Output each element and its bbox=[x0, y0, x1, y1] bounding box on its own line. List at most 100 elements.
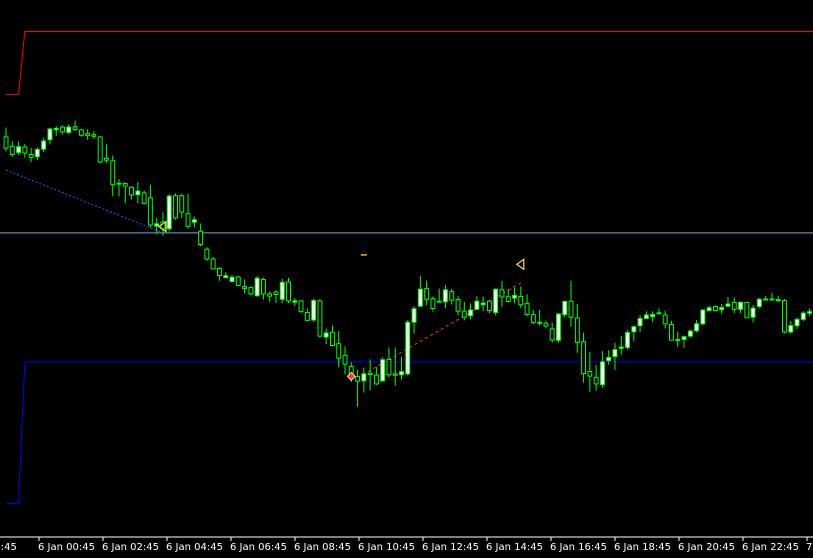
candle-body bbox=[530, 314, 536, 323]
x-tick-label: 6 Jan 00:45 bbox=[38, 542, 95, 553]
candle-body bbox=[631, 326, 637, 333]
candle-body bbox=[9, 145, 15, 156]
candle-body bbox=[261, 279, 266, 295]
candle-body bbox=[687, 330, 693, 337]
candle-body bbox=[581, 341, 586, 375]
candle-body bbox=[279, 281, 285, 300]
candle-body bbox=[556, 313, 561, 341]
candle-body bbox=[267, 293, 273, 297]
candle-body bbox=[298, 300, 304, 313]
candle-body bbox=[725, 303, 731, 307]
x-tick-label: 6 Jan 12:45 bbox=[422, 542, 479, 553]
chart-background bbox=[0, 0, 813, 558]
candle-body bbox=[543, 322, 549, 327]
candle-body bbox=[361, 373, 367, 382]
candle-body bbox=[600, 361, 605, 386]
candle-body bbox=[731, 301, 737, 310]
candle-body bbox=[292, 300, 298, 303]
candle-body bbox=[147, 197, 153, 226]
candle-body bbox=[430, 298, 436, 310]
candle-body bbox=[392, 373, 398, 376]
candle-body bbox=[549, 328, 555, 341]
candle-body bbox=[330, 331, 335, 346]
candle-body bbox=[116, 182, 122, 185]
x-tick-label: 6 Jan 14:45 bbox=[486, 542, 543, 553]
candle-body bbox=[443, 289, 448, 303]
candle-body bbox=[568, 300, 574, 318]
candle-body bbox=[3, 136, 9, 149]
x-tick-label: 6 Jan 04:45 bbox=[166, 542, 223, 553]
candle-body bbox=[135, 190, 141, 196]
candle-body bbox=[28, 154, 34, 158]
candle-body bbox=[706, 307, 712, 312]
candle-body bbox=[562, 301, 568, 316]
candle-body bbox=[141, 192, 147, 204]
candle-body bbox=[47, 128, 53, 141]
candle-body bbox=[424, 288, 430, 300]
candle-body bbox=[788, 325, 794, 333]
candle-body bbox=[505, 296, 511, 302]
candle-body bbox=[807, 311, 812, 314]
candle-body bbox=[72, 126, 78, 131]
candle-body bbox=[700, 309, 706, 325]
candle-body bbox=[493, 288, 499, 314]
candle-body bbox=[129, 186, 135, 196]
price-chart: 22:45 6 Jan 00:45 6 Jan 02:45 6 Jan 04:45 6 … bbox=[0, 0, 813, 558]
candle-body bbox=[273, 291, 279, 295]
candle-body bbox=[34, 149, 40, 158]
candle-body bbox=[304, 312, 310, 321]
candle-body bbox=[794, 318, 800, 327]
candle-body bbox=[612, 349, 618, 358]
candle-body bbox=[405, 321, 411, 375]
candle-body bbox=[782, 300, 787, 333]
candle-body bbox=[537, 321, 543, 324]
candle-body bbox=[750, 307, 756, 318]
candle-body bbox=[204, 248, 210, 260]
x-tick-label: 6 Jan 20:45 bbox=[678, 542, 735, 553]
candle-body bbox=[386, 358, 392, 376]
x-tick-label: 6 Jan 02:45 bbox=[102, 542, 159, 553]
candle-body bbox=[191, 219, 197, 223]
candle-body bbox=[656, 312, 662, 315]
candle-body bbox=[763, 298, 769, 301]
candle-body bbox=[487, 300, 492, 312]
candle-body bbox=[650, 313, 656, 318]
candle-body bbox=[512, 295, 517, 299]
candle-body bbox=[675, 339, 681, 342]
candle-body bbox=[223, 275, 229, 279]
candle-body bbox=[53, 127, 59, 131]
candle-body bbox=[198, 230, 204, 246]
candle-body bbox=[637, 318, 643, 327]
candle-body bbox=[229, 276, 235, 283]
candle-body bbox=[248, 287, 254, 295]
candle-body bbox=[669, 324, 674, 341]
candle-body bbox=[474, 300, 480, 310]
candle-body bbox=[85, 132, 91, 137]
x-tick-label: 6 Jan 22:45 bbox=[742, 542, 799, 553]
candle-body bbox=[235, 276, 241, 286]
candle-body bbox=[154, 223, 160, 227]
candle-body bbox=[185, 213, 191, 227]
candle-body bbox=[173, 195, 179, 219]
candle-body bbox=[738, 301, 743, 310]
candle-body bbox=[681, 336, 687, 341]
candle-body bbox=[60, 126, 65, 133]
candle-body bbox=[16, 146, 22, 153]
candle-body bbox=[166, 195, 172, 230]
candle-body bbox=[78, 129, 84, 136]
candle-body bbox=[449, 291, 455, 301]
candle-body bbox=[756, 298, 762, 307]
candle-body bbox=[22, 146, 28, 154]
candle-body bbox=[606, 357, 612, 362]
x-tick-label: 6 Jan 18:45 bbox=[614, 542, 671, 553]
candle-body bbox=[399, 371, 405, 376]
candle-body bbox=[417, 288, 423, 307]
candle-body bbox=[719, 307, 725, 311]
candle-body bbox=[122, 183, 128, 187]
candle-body bbox=[217, 267, 222, 277]
candle-body bbox=[713, 306, 718, 312]
x-tick-label: 6 Jan 08:45 bbox=[294, 542, 351, 553]
candle-body bbox=[104, 157, 109, 161]
candle-body bbox=[97, 136, 103, 163]
candle-body bbox=[625, 332, 630, 348]
